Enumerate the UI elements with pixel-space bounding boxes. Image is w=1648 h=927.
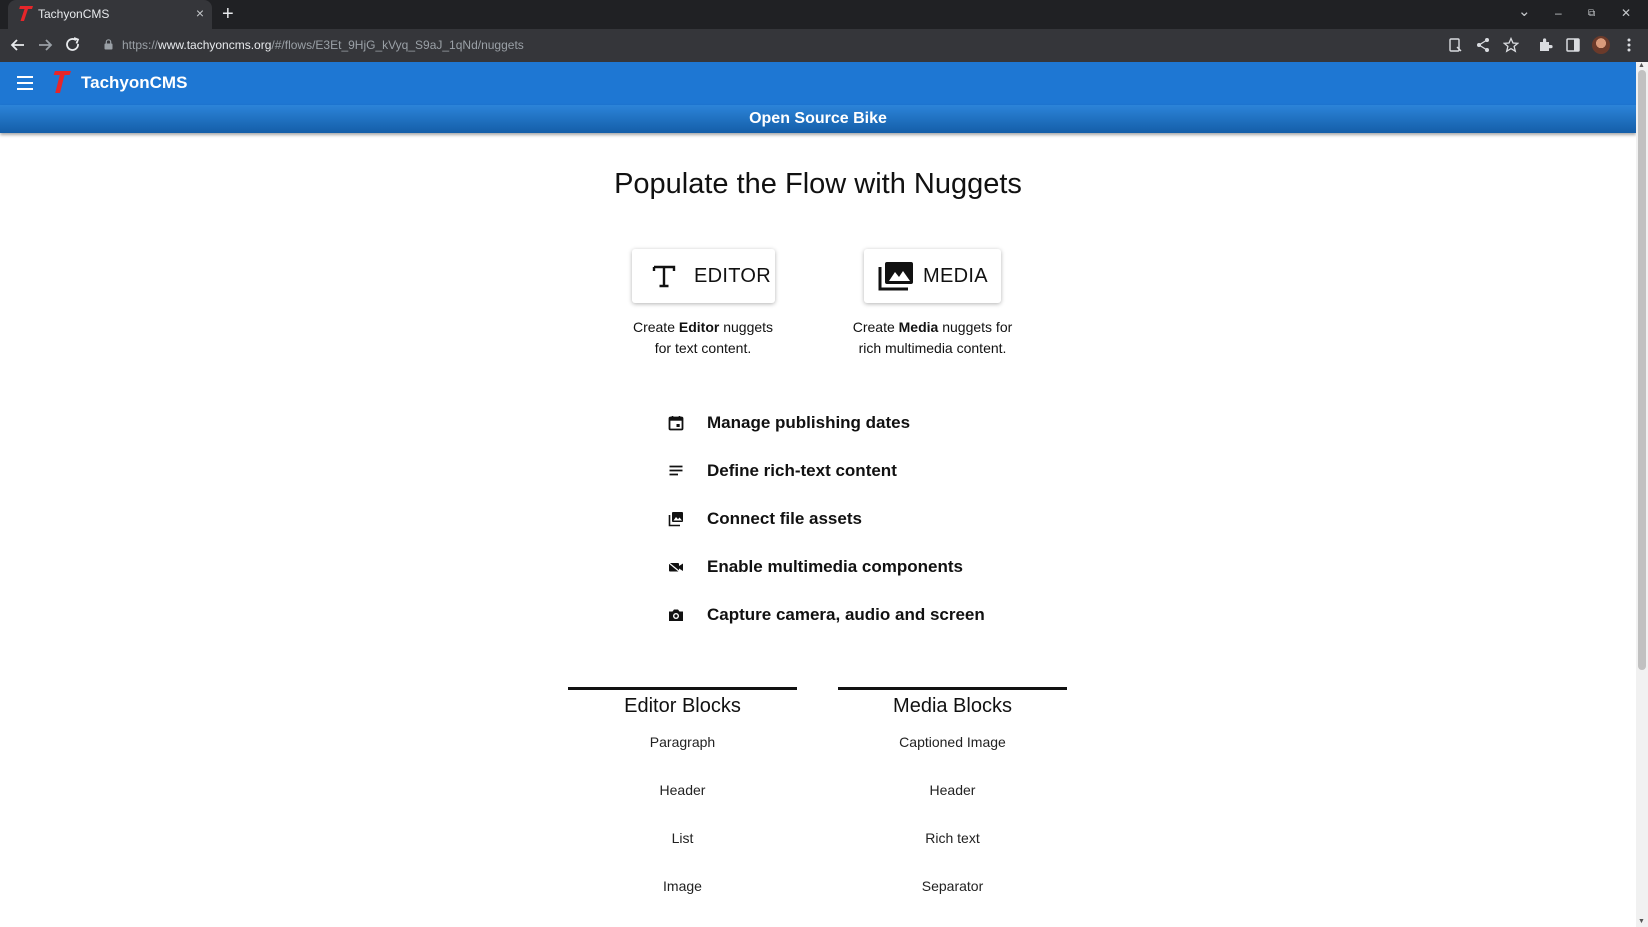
tachyon-favicon-icon: [19, 6, 33, 21]
menu-hamburger-icon[interactable]: [17, 76, 33, 90]
divider: [838, 687, 1067, 690]
scroll-up-icon[interactable]: ▲: [1638, 62, 1645, 69]
brand-title[interactable]: TachyonCMS: [81, 73, 187, 93]
media-button-label: MEDIA: [923, 264, 988, 287]
media-button[interactable]: MEDIA: [864, 249, 1001, 303]
editor-button[interactable]: EDITOR: [632, 249, 775, 303]
lock-icon: [104, 39, 113, 50]
url-text[interactable]: https://www.tachyoncms.org/#/flows/E3Et_…: [122, 38, 524, 52]
tab-search-icon[interactable]: ⌄: [1518, 2, 1531, 20]
flow-title: Open Source Bike: [749, 110, 887, 127]
tab-title: TachyonCMS: [38, 7, 110, 21]
minimize-window-button[interactable]: –: [1555, 6, 1562, 20]
block-list-item: Header: [659, 782, 706, 798]
browser-tab[interactable]: TachyonCMS ×: [8, 0, 212, 29]
editor-description: Create Editor nuggets for text content.: [608, 317, 798, 359]
feature-text: Connect file assets: [707, 509, 862, 528]
editor-desc-line2: for text content.: [654, 340, 752, 356]
text-t-icon: [652, 265, 676, 288]
back-arrow-icon[interactable]: [8, 35, 28, 55]
block-list-item: Header: [929, 782, 976, 798]
block-list-item: Rich text: [925, 830, 980, 846]
forward-arrow-icon[interactable]: [35, 35, 55, 55]
tab-close-icon[interactable]: ×: [196, 5, 204, 21]
scroll-down-icon[interactable]: ▼: [1638, 918, 1645, 925]
block-list-item: List: [671, 830, 694, 846]
tachyon-logo-icon[interactable]: [52, 69, 72, 95]
block-list-item: Paragraph: [649, 734, 716, 750]
editor-blocks-panel: Editor Blocks Paragraph Header List Imag…: [568, 687, 797, 894]
profile-avatar[interactable]: [1592, 36, 1610, 54]
share-icon[interactable]: [1475, 37, 1491, 53]
app-header: TachyonCMS: [0, 62, 1636, 105]
text-lines-icon: [669, 465, 683, 476]
feature-text: Enable multimedia components: [707, 557, 963, 576]
video-camera-icon: [668, 562, 683, 573]
url-scheme: https://: [122, 38, 159, 52]
camera-icon: [669, 609, 683, 621]
browser-toolbar: https://www.tachyoncms.org/#/flows/E3Et_…: [0, 29, 1648, 62]
address-bar[interactable]: https://www.tachyoncms.org/#/flows/E3Et_…: [94, 32, 1414, 59]
editor-blocks-title: Editor Blocks: [624, 695, 741, 717]
scrollbar-thumb[interactable]: [1638, 70, 1646, 670]
block-list-item: Image: [663, 878, 702, 894]
feature-text: Define rich-text content: [707, 461, 897, 480]
browser-tab-strip: TachyonCMS × + ⌄ – ⧉ ✕: [0, 0, 1648, 29]
feature-text: Manage publishing dates: [707, 413, 911, 432]
extensions-puzzle-icon[interactable]: [1537, 37, 1553, 53]
media-blocks-panel: Media Blocks Captioned Image Header Rich…: [838, 687, 1067, 894]
feature-text: Capture camera, audio and screen: [707, 605, 985, 624]
editor-desc-bold: Editor: [678, 319, 720, 335]
photo-library-icon: [668, 512, 683, 527]
editor-desc-suffix: nuggets: [719, 319, 774, 335]
media-desc-bold: Media: [898, 319, 939, 335]
bookmark-star-icon[interactable]: [1503, 37, 1519, 53]
install-app-icon[interactable]: [1447, 37, 1463, 53]
block-list-item: Captioned Image: [899, 734, 1006, 750]
editor-desc-prefix: Create: [632, 319, 679, 335]
url-host: www.tachyoncms.org: [158, 38, 272, 52]
media-description: Create Media nuggets for rich multimedia…: [833, 317, 1032, 359]
media-desc-line2: rich multimedia content.: [858, 340, 1007, 356]
flow-title-bar: Open Source Bike: [0, 105, 1636, 133]
block-list-item: Separator: [921, 878, 984, 894]
side-panel-icon[interactable]: [1565, 37, 1581, 53]
calendar-icon: [668, 416, 684, 431]
more-menu-icon[interactable]: [1621, 37, 1637, 53]
reload-icon[interactable]: [63, 35, 83, 55]
new-tab-button[interactable]: +: [222, 3, 234, 25]
media-blocks-title: Media Blocks: [893, 695, 1012, 717]
media-desc-prefix: Create: [852, 319, 899, 335]
media-desc-suffix: nuggets for: [938, 319, 1013, 335]
editor-button-label: EDITOR: [694, 264, 771, 287]
divider: [568, 687, 797, 690]
page-scrollbar[interactable]: ▲ ▼: [1636, 62, 1648, 927]
close-window-button[interactable]: ✕: [1621, 6, 1631, 20]
page-heading: Populate the Flow with Nuggets: [614, 168, 1022, 200]
restore-window-button[interactable]: ⧉: [1588, 8, 1595, 19]
url-path: /#/flows/E3Et_9HjG_kVyq_S9aJ_1qNd/nugget…: [271, 38, 524, 52]
photo-library-icon: [878, 262, 913, 291]
